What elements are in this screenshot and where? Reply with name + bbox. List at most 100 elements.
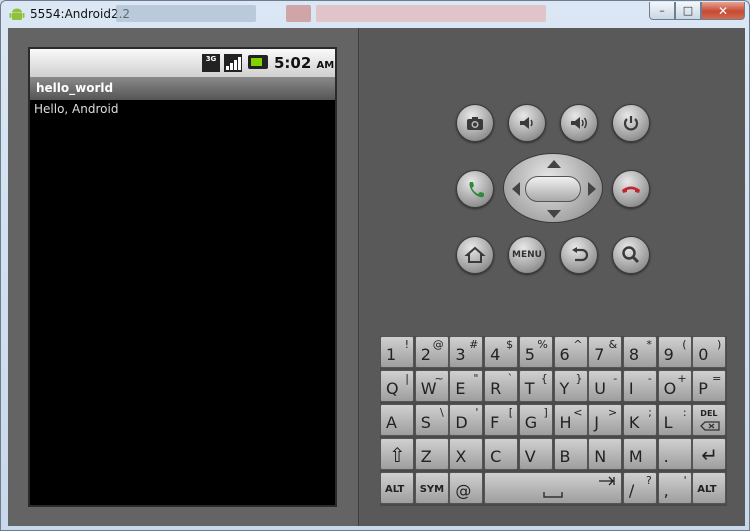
key-l[interactable]: L: (657, 404, 692, 436)
key-label: N (594, 447, 607, 466)
key-alt-label: { (540, 372, 548, 385)
dpad-left-icon[interactable] (512, 182, 520, 196)
signal-icon (224, 54, 242, 72)
key-u[interactable]: U- (588, 370, 623, 402)
key-label: 0 (698, 345, 709, 364)
status-bar[interactable]: 3G 5:02 AM (30, 49, 335, 77)
home-button[interactable] (456, 236, 494, 274)
key-label: 3 (455, 345, 466, 364)
key-o[interactable]: O + (657, 370, 692, 402)
key-comma[interactable]: , ' (657, 472, 692, 504)
key-delete[interactable]: DEL (692, 404, 727, 436)
key-alt-label: - (647, 372, 652, 385)
title-bar[interactable]: 5554:Android2.2 – □ ✕ (1, 1, 749, 27)
key-w[interactable]: W ~ (414, 370, 449, 402)
key-2[interactable]: 2 @ (414, 336, 449, 368)
key-b[interactable]: B (553, 438, 588, 470)
dpad[interactable] (503, 153, 603, 223)
key-alt-label: ? (646, 474, 652, 487)
key-5[interactable]: 5% (518, 336, 553, 368)
key-slash[interactable]: /? (622, 472, 657, 504)
key-label: / (628, 481, 635, 500)
key-p[interactable]: P = (692, 370, 727, 402)
key-alt-label: ' (683, 474, 687, 487)
back-icon (572, 247, 589, 262)
phone-hangup-icon (622, 186, 640, 193)
key-m[interactable]: M (622, 438, 657, 470)
key-n[interactable]: N (588, 438, 623, 470)
key-label: X (455, 447, 467, 466)
key-label: Y (559, 379, 570, 398)
key-j[interactable]: J > (588, 404, 623, 436)
volume-up-button[interactable] (560, 104, 598, 142)
device-screen[interactable]: 3G 5:02 AM hello_world Hello, Android (28, 47, 337, 507)
end-call-button[interactable] (612, 170, 650, 208)
tab-icon (599, 476, 615, 486)
key-sym[interactable]: SYM (414, 472, 449, 504)
key-label: 6 (559, 345, 570, 364)
key-label: A (386, 413, 397, 432)
key-d[interactable]: D ' (449, 404, 484, 436)
key-label: L (663, 413, 673, 432)
close-icon: ✕ (717, 3, 729, 18)
key-alt-label: | (405, 372, 409, 385)
search-button[interactable] (612, 236, 650, 274)
key-alt-label: $ (506, 338, 514, 351)
key-h[interactable]: H < (553, 404, 588, 436)
dpad-right-icon[interactable] (588, 182, 596, 196)
controls-panel: MENU 1! 2 @3 #4 $5% 6 ^ 7 & 8 * 9(0) Q | W ~ E " R ` T{Y} U - I… (360, 28, 745, 526)
dpad-down-icon[interactable] (547, 210, 561, 218)
key-s[interactable]: S \ (414, 404, 449, 436)
call-button[interactable] (456, 170, 494, 208)
menu-button[interactable]: MENU (508, 236, 546, 274)
key-at[interactable]: @ (449, 472, 484, 504)
key-8[interactable]: 8 * (622, 336, 657, 368)
key-label: ALT (385, 484, 405, 495)
key-enter[interactable]: ↵ (692, 438, 727, 470)
maximize-button[interactable]: □ (675, 2, 701, 20)
key-3[interactable]: 3 # (449, 336, 484, 368)
key-v[interactable]: V (518, 438, 553, 470)
key-label: G (524, 413, 538, 432)
key-alt-label: ( (682, 338, 687, 351)
key-label: Z (420, 447, 432, 466)
home-icon (464, 246, 486, 263)
minimize-button[interactable]: – (649, 2, 675, 20)
key-q[interactable]: Q | (380, 370, 414, 402)
key-y[interactable]: Y} (553, 370, 588, 402)
key-alt-right[interactable]: ALT (692, 472, 727, 504)
key-c[interactable]: C (484, 438, 519, 470)
close-button[interactable]: ✕ (701, 2, 745, 20)
minimize-icon: – (659, 4, 665, 17)
key-k[interactable]: K; (622, 404, 657, 436)
key-9[interactable]: 9( (657, 336, 692, 368)
dpad-up-icon[interactable] (547, 160, 561, 168)
volume-down-button[interactable] (508, 104, 546, 142)
key-label: E (455, 379, 466, 398)
key-1[interactable]: 1! (380, 336, 414, 368)
dpad-center-button[interactable] (525, 176, 581, 202)
key-label: V (524, 447, 536, 466)
key-e[interactable]: E " (449, 370, 484, 402)
key-4[interactable]: 4 $ (484, 336, 519, 368)
key-7[interactable]: 7 & (588, 336, 623, 368)
camera-button[interactable] (456, 104, 494, 142)
app-title: hello_world (36, 81, 114, 95)
key-t[interactable]: T{ (518, 370, 553, 402)
key-0[interactable]: 0) (692, 336, 727, 368)
key-g[interactable]: G] (518, 404, 553, 436)
key-space[interactable] (484, 472, 623, 504)
key-z[interactable]: Z (414, 438, 449, 470)
power-button[interactable] (612, 104, 650, 142)
key-period[interactable]: . (657, 438, 692, 470)
key-i[interactable]: I- (622, 370, 657, 402)
key-r[interactable]: R ` (484, 370, 519, 402)
key-f[interactable]: F[ (484, 404, 519, 436)
key-a[interactable]: A (380, 404, 414, 436)
key-x[interactable]: X (449, 438, 484, 470)
volume-down-icon (520, 117, 533, 129)
key-alt-left[interactable]: ALT (380, 472, 414, 504)
key-6[interactable]: 6 ^ (553, 336, 588, 368)
back-button[interactable] (560, 236, 598, 274)
key-shift[interactable]: ⇧ (380, 438, 414, 470)
